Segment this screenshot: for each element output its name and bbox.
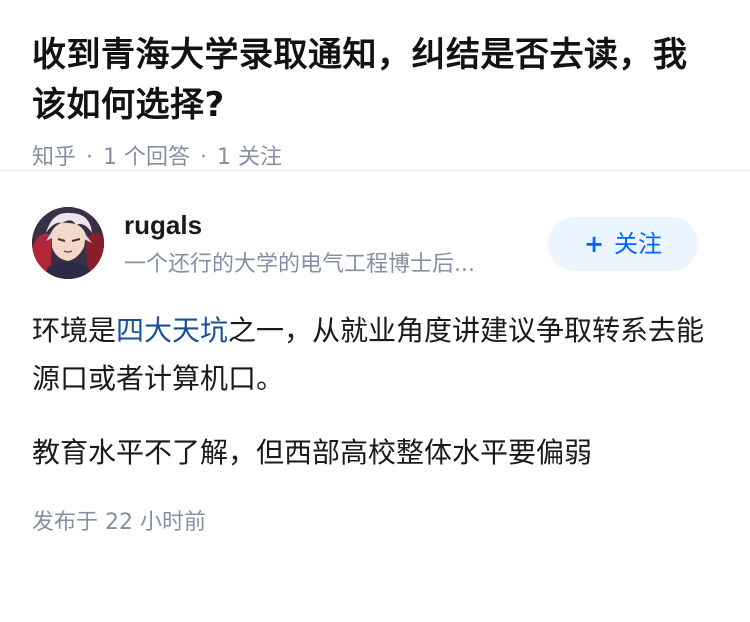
separator-dot: ·	[86, 145, 94, 170]
answer-paragraph: 教育水平不了解，但西部高校整体水平要偏弱	[32, 436, 593, 469]
avatar-image	[32, 207, 104, 279]
avatar[interactable]	[32, 207, 104, 279]
paragraph-text: 环境是	[32, 314, 117, 347]
author-info: rugals 一个还行的大学的电气工程博士后... + 关注	[32, 207, 718, 307]
follow-button[interactable]: + 关注	[548, 217, 698, 271]
author-name[interactable]: rugals	[124, 207, 202, 243]
answer-paragraph: 环境是四大天坑之一，从就业角度讲建议争取转系去能源口或者计算机口。	[32, 307, 718, 403]
question-title[interactable]: 收到青海大学录取通知，纠结是否去读，我该如何选择?	[32, 30, 718, 130]
answer-card: rugals 一个还行的大学的电气工程博士后... + 关注 环境是四大天坑之一，…	[0, 207, 750, 539]
answer-content: 环境是四大天坑之一，从就业角度讲建议争取转系去能源口或者计算机口。 教育水平不了…	[32, 307, 718, 477]
answer-count[interactable]: 1 个回答	[103, 145, 190, 170]
publish-time: 发布于 22 小时前	[32, 510, 206, 535]
source-label[interactable]: 知乎	[32, 145, 76, 170]
separator-dot: ·	[200, 145, 208, 170]
author-bio: 一个还行的大学的电气工程博士后...	[124, 252, 475, 277]
question-header: 收到青海大学录取通知，纠结是否去读，我该如何选择? 知乎 · 1 个回答 · 1 关注	[0, 0, 750, 170]
follow-count: 1 关注	[217, 145, 283, 170]
follow-button-label: 关注	[614, 230, 663, 258]
plus-icon: +	[583, 230, 605, 258]
topic-link[interactable]: 四大天坑	[116, 314, 228, 347]
